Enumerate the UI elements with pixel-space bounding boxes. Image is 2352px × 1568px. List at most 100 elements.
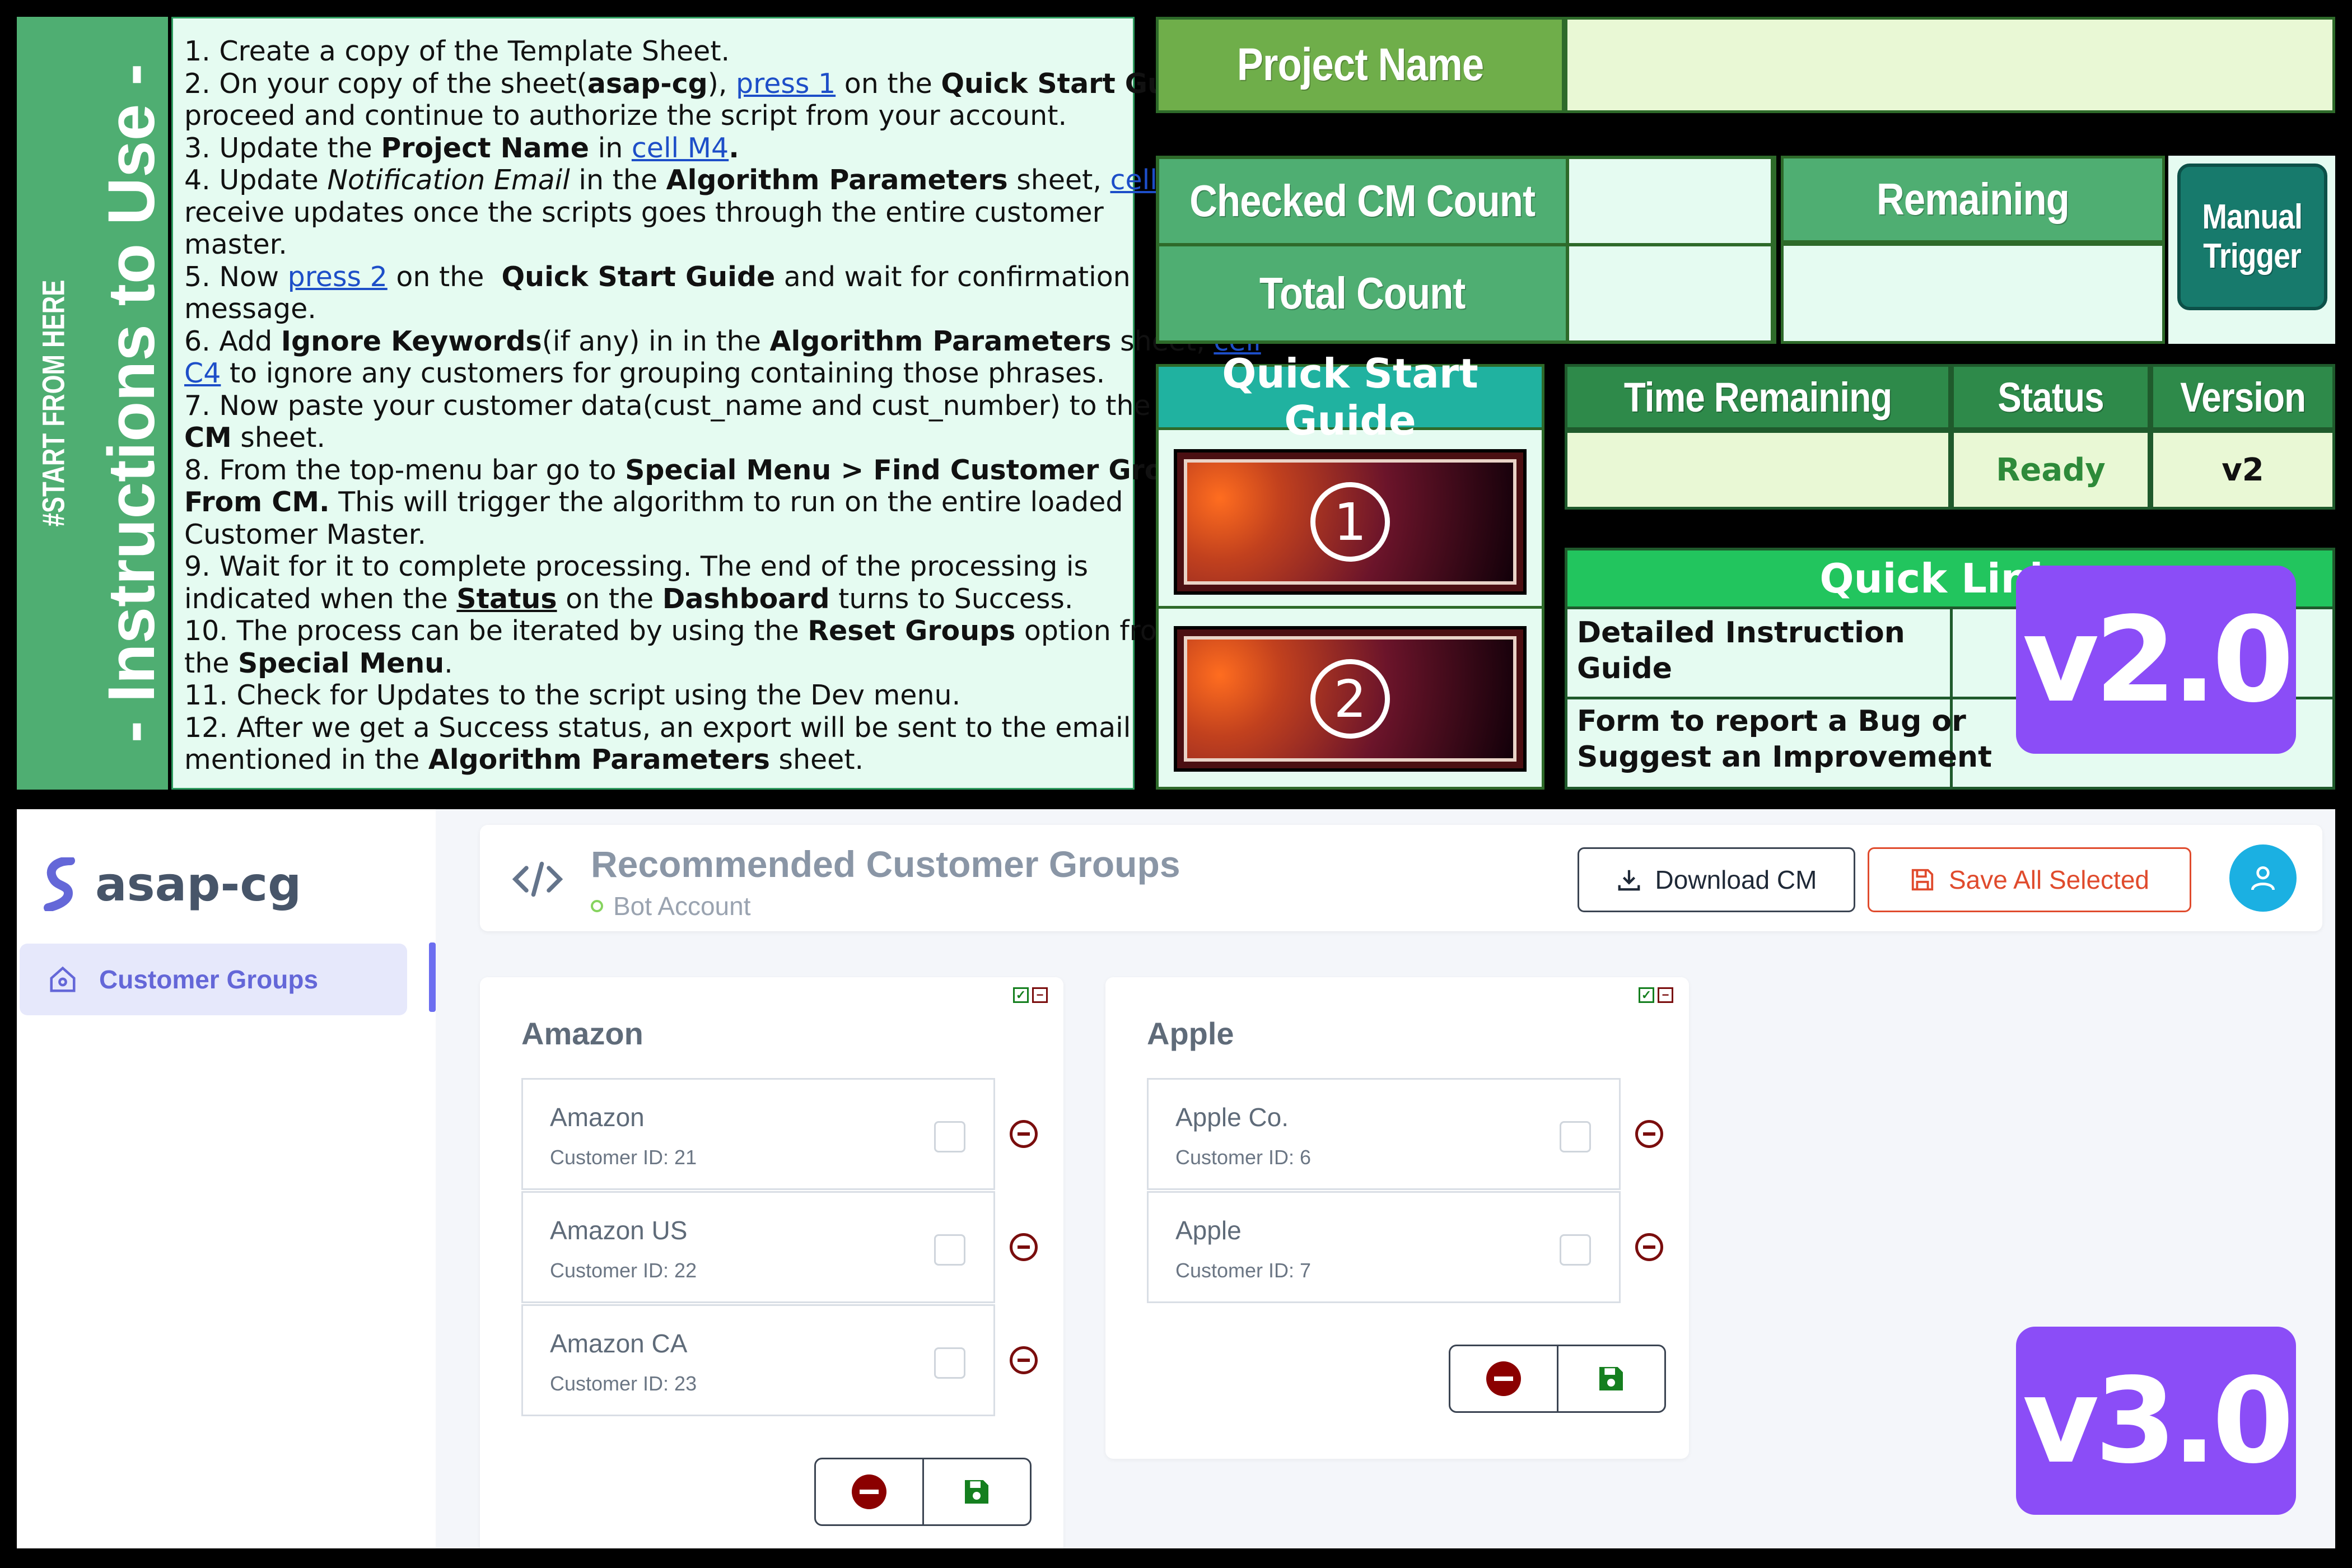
list-item: Apple Co. Customer ID: 6 [1147, 1078, 1621, 1190]
group-action-buttons [814, 1458, 1032, 1526]
checked-count-label: Checked CM Count [1189, 176, 1536, 226]
customer-id: Customer ID: 21 [550, 1146, 697, 1169]
detailed-instruction-link[interactable]: Detailed Instruction Guide [1577, 615, 1905, 687]
delete-group-button[interactable] [1450, 1346, 1558, 1411]
user-icon [2251, 866, 2275, 890]
status-value-cell: Ready [1951, 430, 2150, 510]
minus-circle-icon [1486, 1361, 1521, 1396]
page-header: Recommended Customer Groups Bot Account … [480, 825, 2322, 931]
version-badge-v2: v2.0 [2016, 566, 2296, 754]
press-1-link[interactable]: press 1 [736, 68, 836, 100]
qsg-divider [1156, 606, 1544, 609]
quick-start-button-2[interactable]: 2 [1174, 626, 1527, 772]
code-icon [512, 861, 563, 897]
customer-id: Customer ID: 6 [1175, 1146, 1312, 1169]
customer-name: Apple Co. [1175, 1103, 1289, 1132]
deselect-all-icon[interactable]: − [1658, 987, 1673, 1003]
save-group-button[interactable] [1558, 1346, 1665, 1411]
manual-trigger-line1: Manual [2202, 198, 2303, 236]
item-checkbox[interactable] [1560, 1121, 1591, 1152]
brand-logo-icon [44, 857, 75, 911]
select-all-icon[interactable]: ✓ [1639, 987, 1654, 1003]
download-cm-label: Download CM [1655, 865, 1817, 894]
remove-item-icon[interactable] [1635, 1120, 1663, 1148]
sidebar-item-label: Customer Groups [99, 965, 319, 994]
active-nav-marker [429, 942, 436, 1012]
list-item: Apple Customer ID: 7 [1147, 1191, 1621, 1303]
deselect-all-icon[interactable]: − [1032, 987, 1048, 1003]
remove-item-icon[interactable] [1010, 1346, 1038, 1374]
total-count-value [1569, 246, 1771, 340]
instructions-side-banner: - Instructions to Use - #START FROM HERE [17, 17, 168, 790]
save-group-button[interactable] [924, 1459, 1030, 1524]
list-item: Amazon CA Customer ID: 23 [521, 1304, 995, 1416]
time-remaining-label: Time Remaining [1623, 374, 1892, 421]
version-label: Version [2180, 374, 2306, 421]
cell-c4-link-cont[interactable]: C4 [184, 357, 221, 389]
item-checkbox[interactable] [934, 1347, 965, 1379]
version-value-cell: v2 [2150, 430, 2335, 510]
remove-item-icon[interactable] [1010, 1120, 1038, 1148]
customer-name: Amazon CA [550, 1329, 688, 1358]
checked-count-label-cell: Checked CM Count [1159, 159, 1566, 243]
time-remaining-value [1565, 430, 1951, 510]
project-name-input-cell[interactable] [1565, 17, 2335, 113]
project-name-label: Project Name [1236, 39, 1484, 90]
delete-group-button[interactable] [816, 1459, 924, 1524]
status-value: Ready [1996, 451, 2106, 488]
remove-item-icon[interactable] [1635, 1233, 1663, 1261]
total-count-label: Total Count [1259, 268, 1466, 318]
account-status: Bot Account [591, 891, 751, 921]
cell-m4-link[interactable]: cell M4 [632, 132, 729, 164]
select-all-icon[interactable]: ✓ [1013, 987, 1029, 1003]
button-1-number: 1 [1310, 482, 1390, 562]
instructions-panel: 1. Create a copy of the Template Sheet. … [171, 17, 1261, 790]
report-bug-link[interactable]: Form to report a Bug or Suggest an Impro… [1577, 703, 1992, 775]
remove-item-icon[interactable] [1010, 1233, 1038, 1261]
manual-trigger-button[interactable]: Manual Trigger [2177, 164, 2327, 310]
item-checkbox[interactable] [934, 1121, 965, 1152]
group-actions: ✓ − [1013, 987, 1048, 1003]
checked-count-value [1569, 159, 1771, 243]
item-checkbox[interactable] [1560, 1234, 1591, 1266]
customer-name: Amazon US [550, 1216, 688, 1245]
v2-spreadsheet: - Instructions to Use - #START FROM HERE… [17, 17, 2335, 790]
sidebar-item-customer-groups[interactable]: Customer Groups [20, 944, 407, 1015]
save-all-selected-button[interactable]: Save All Selected [1868, 847, 2191, 912]
badge-v3-text: v3.0 [2022, 1352, 2294, 1490]
item-checkbox[interactable] [934, 1234, 965, 1266]
link2-line2: Suggest an Improvement [1577, 740, 1992, 774]
instructions-side-title: - Instructions to Use - [95, 63, 168, 743]
press-2-link[interactable]: press 2 [288, 261, 388, 293]
qsg-title: Quick Start Guide [1222, 350, 1478, 444]
quick-start-button-1[interactable]: 1 [1174, 449, 1527, 595]
link1-line2: Guide [1577, 652, 1673, 685]
save-icon [1911, 869, 1934, 891]
version-badge-v3: v3.0 [2016, 1327, 2296, 1515]
version-value: v2 [2222, 451, 2264, 488]
download-cm-button[interactable]: Download CM [1578, 847, 1855, 912]
remaining-value [1781, 243, 2165, 344]
manual-trigger-line2: Trigger [2203, 237, 2302, 276]
group-title: Amazon [521, 1016, 643, 1051]
time-remaining-header: Time Remaining [1565, 364, 1951, 430]
home-icon [50, 966, 76, 992]
brand-name: asap-cg [95, 857, 302, 912]
avatar[interactable] [2229, 844, 2297, 912]
customer-id: Customer ID: 7 [1175, 1259, 1312, 1282]
version-header: Version [2150, 364, 2335, 430]
status-label: Status [1998, 374, 2104, 421]
list-item: Amazon US Customer ID: 22 [521, 1191, 995, 1303]
project-name-label-cell: Project Name [1156, 17, 1565, 113]
customer-id: Customer ID: 22 [550, 1259, 697, 1282]
customer-id: Customer ID: 23 [550, 1372, 697, 1395]
account-name: Bot Account [613, 892, 751, 921]
save-icon [965, 1480, 989, 1504]
button-2-number: 2 [1310, 659, 1390, 739]
qsg-header: Quick Start Guide [1156, 350, 1544, 444]
badge-v2-text: v2.0 [2022, 591, 2294, 729]
customer-name: Amazon [550, 1103, 645, 1132]
brand[interactable]: asap-cg [44, 857, 301, 912]
group-card-amazon: ✓ − Amazon Amazon Customer ID: 21 Amazon… [480, 977, 1063, 1548]
page-title: Recommended Customer Groups [591, 843, 1180, 885]
